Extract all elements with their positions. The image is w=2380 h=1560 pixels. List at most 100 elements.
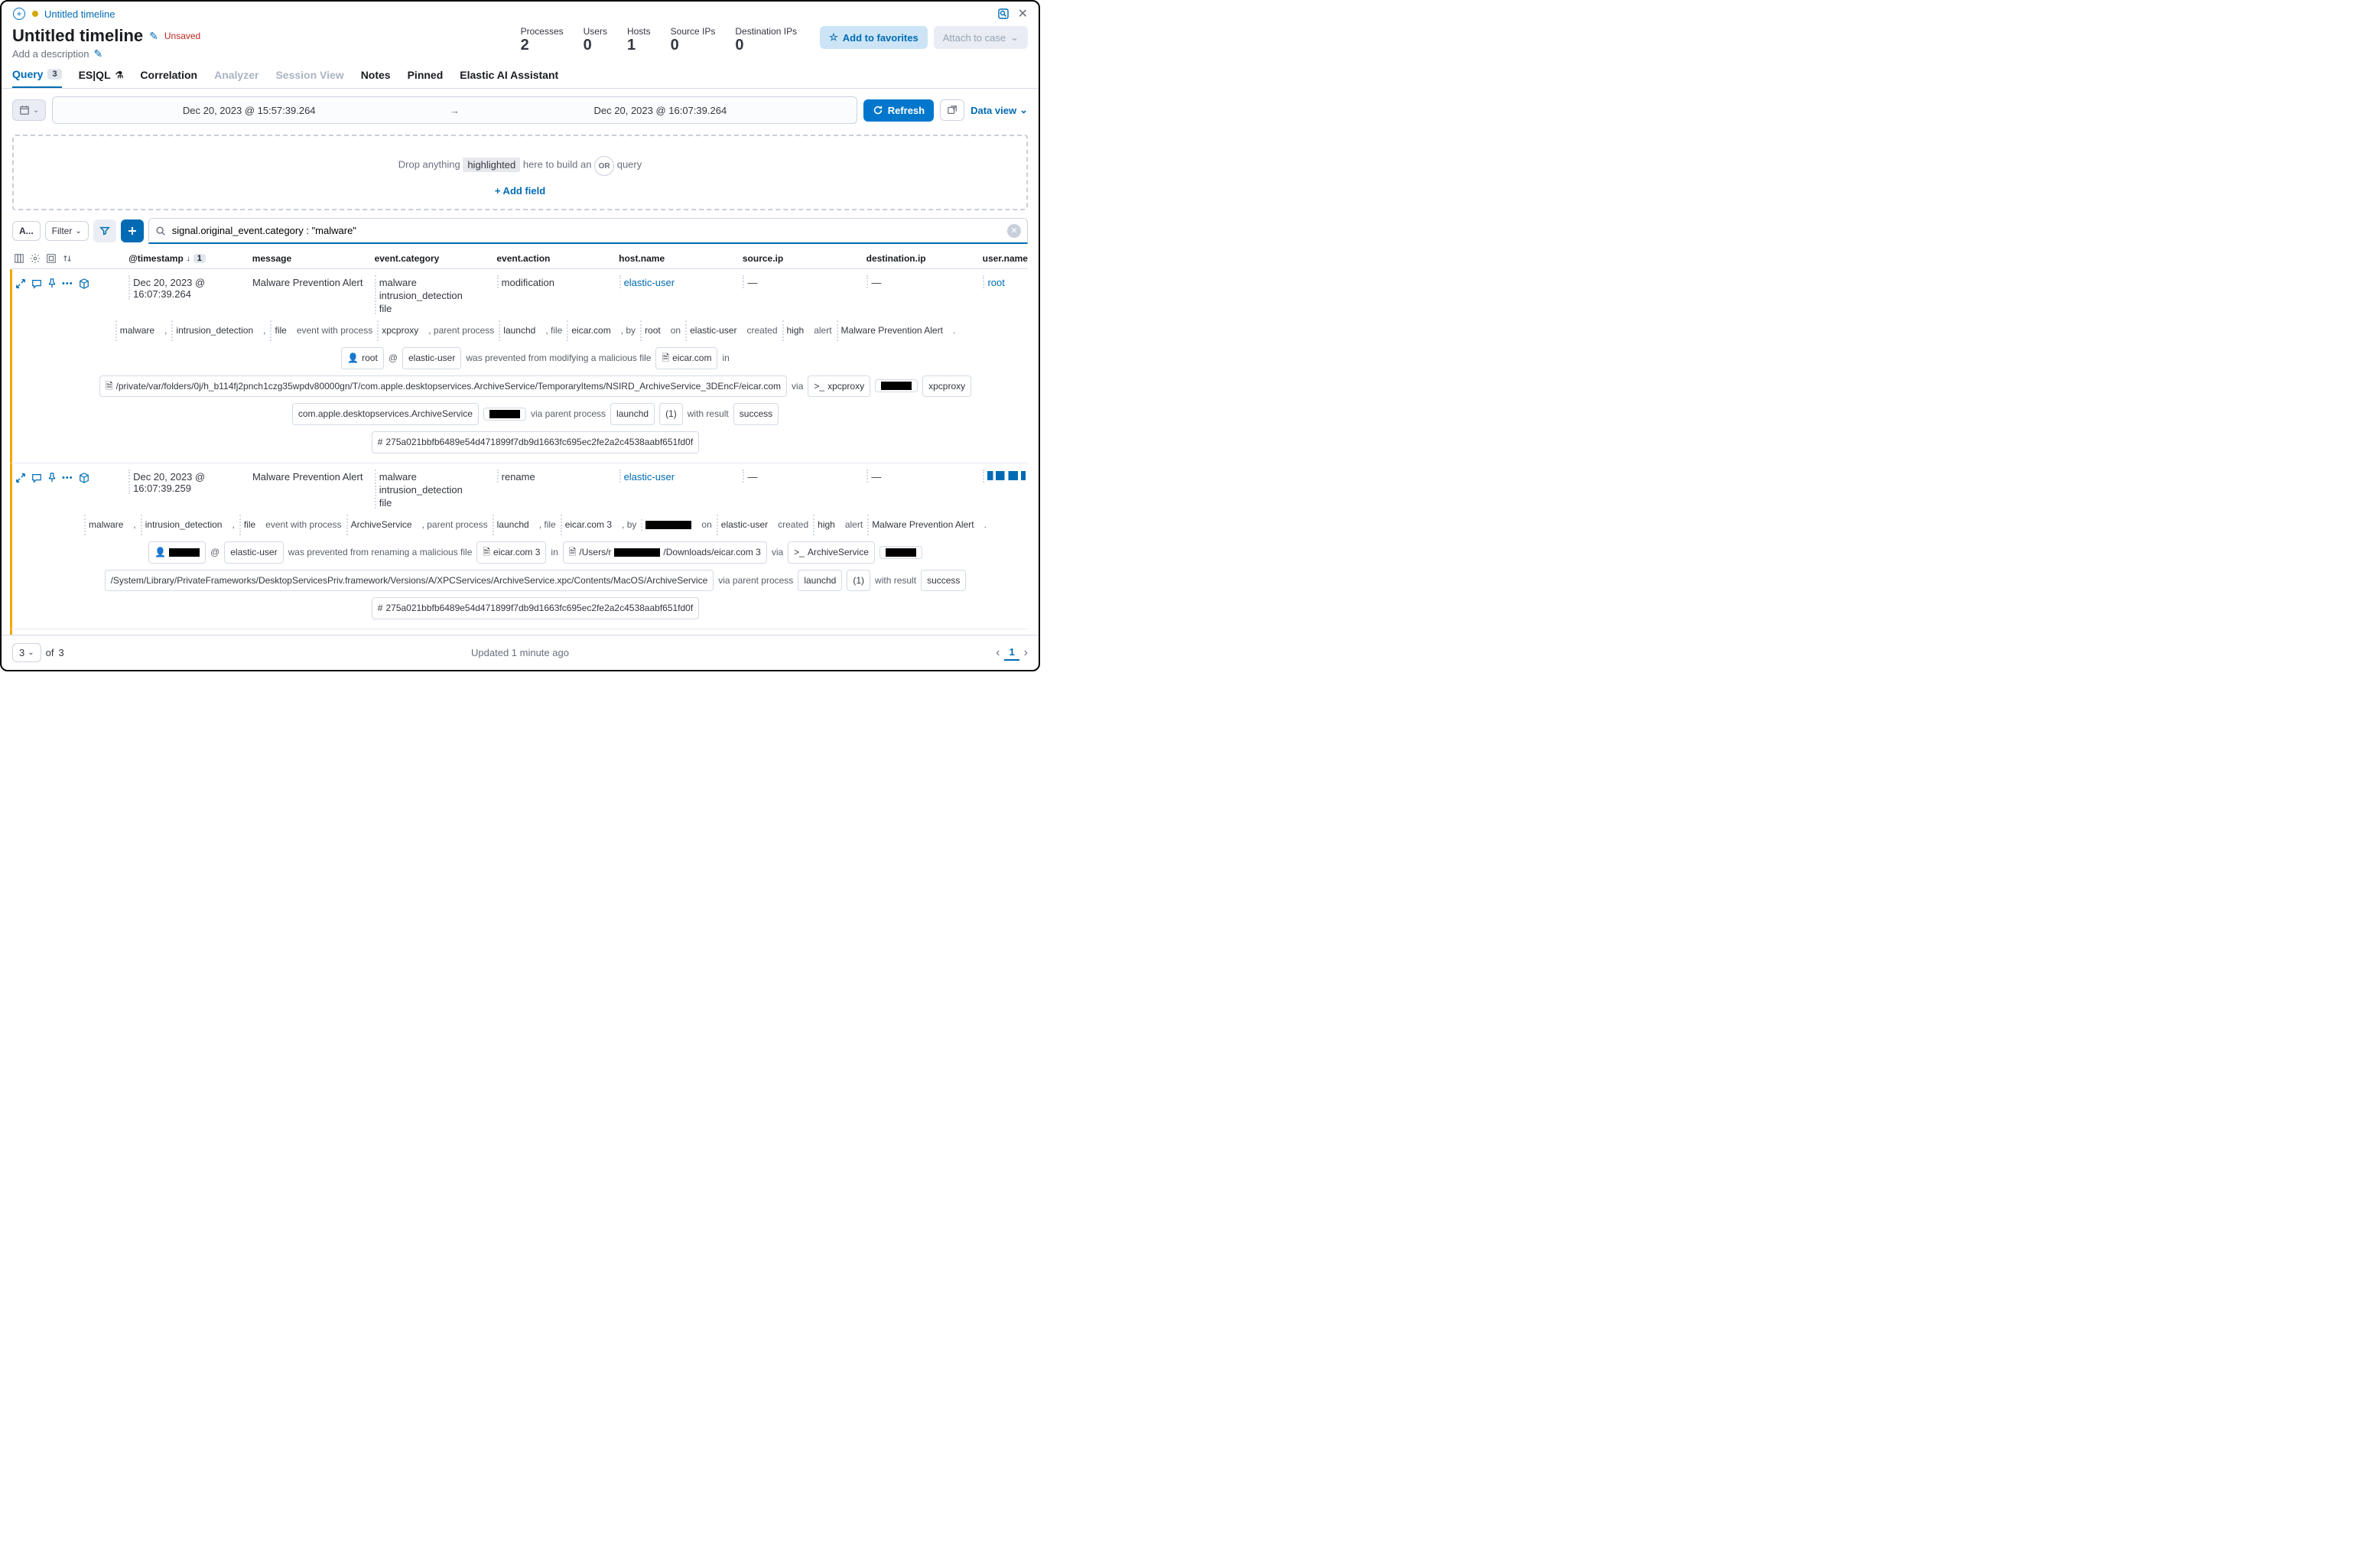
column-destination-ip[interactable]: destination.ip — [866, 253, 978, 264]
stat-value: 2 — [521, 37, 564, 54]
stat-label: Users — [584, 26, 607, 37]
tab-session-view: Session View — [275, 68, 343, 88]
cell-category: malwareintrusion_detectionfile — [375, 275, 493, 314]
query-count-badge: 3 — [47, 69, 61, 80]
user-icon: 👤 — [154, 544, 166, 561]
comment-icon[interactable] — [31, 473, 42, 483]
or-pill: OR — [594, 156, 614, 176]
chevron-down-icon: ⌄ — [75, 227, 81, 236]
button-label: Attach to case — [943, 32, 1006, 44]
cell-timestamp: Dec 20, 2023 @ 16:07:39.264 — [128, 275, 248, 300]
file-icon: 🗎 — [106, 378, 113, 395]
cell-host[interactable]: elastic-user — [619, 470, 739, 483]
fullscreen-icon[interactable] — [46, 253, 57, 264]
refresh-button[interactable]: Refresh — [863, 99, 934, 122]
cell-host[interactable]: elastic-user — [619, 275, 739, 288]
edit-title-icon[interactable]: ✎ — [149, 30, 158, 43]
data-view-selector[interactable]: Data view ⌄ — [971, 104, 1028, 116]
description-prompt[interactable]: Add a description — [12, 48, 89, 60]
table-header: @timestamp ↓ 1 message event.category ev… — [12, 249, 1028, 269]
new-timeline-plus-icon[interactable]: + — [12, 7, 26, 21]
calendar-button[interactable]: ⌄ — [12, 99, 46, 121]
updated-text: Updated 1 minute ago — [471, 647, 569, 658]
column-timestamp[interactable]: @timestamp ↓ 1 — [128, 253, 248, 264]
clear-search-icon[interactable]: ✕ — [1007, 224, 1021, 238]
cube-icon[interactable] — [79, 473, 89, 483]
cell-dest-ip: — — [866, 275, 978, 288]
columns-icon[interactable] — [14, 253, 24, 264]
edit-description-icon[interactable]: ✎ — [93, 47, 102, 60]
stat-value: 0 — [735, 37, 797, 54]
row-detail: malware, intrusion_detection, file event… — [12, 509, 1028, 622]
filter-funnel-icon[interactable] — [93, 219, 116, 242]
dropzone-text: Drop anything — [398, 159, 460, 171]
expand-icon[interactable] — [15, 473, 26, 483]
file-icon: 🗎 — [569, 544, 577, 561]
unsaved-dot-icon — [32, 11, 38, 17]
column-user-name[interactable]: user.name — [983, 253, 1028, 264]
tab-query[interactable]: Query3 — [12, 68, 62, 88]
add-filter-plus-icon[interactable] — [121, 219, 144, 242]
flask-icon: ⚗ — [115, 70, 124, 80]
column-event-category[interactable]: event.category — [375, 253, 493, 264]
timeline-tab-title[interactable]: Untitled timeline — [44, 8, 115, 20]
kql-search-input[interactable]: ✕ — [148, 218, 1028, 244]
expand-icon[interactable] — [15, 278, 26, 289]
prev-page-icon[interactable]: ‹ — [996, 646, 1000, 660]
tab-notes[interactable]: Notes — [361, 68, 391, 88]
column-source-ip[interactable]: source.ip — [743, 253, 862, 264]
table-row: ••• Dec 20, 2023 @ 16:07:39.264 Malware … — [10, 269, 1028, 463]
stat-value: 1 — [627, 37, 651, 54]
alert-filter-pill[interactable]: A... — [12, 221, 41, 241]
footer-total: 3 — [58, 647, 63, 658]
comment-icon[interactable] — [31, 278, 42, 289]
filter-button[interactable]: Filter ⌄ — [45, 221, 89, 241]
cell-action: modification — [497, 275, 615, 288]
pin-icon[interactable] — [47, 473, 57, 483]
cell-timestamp: Dec 20, 2023 @ 16:07:39.259 — [128, 470, 248, 494]
add-field-link[interactable]: + Add field — [14, 185, 1026, 197]
cell-action: rename — [497, 470, 615, 483]
page-number[interactable]: 1 — [1004, 645, 1019, 661]
date-to[interactable]: Dec 20, 2023 @ 16:07:39.264 — [464, 105, 857, 116]
dropzone-text: here to build an — [523, 159, 592, 171]
column-message[interactable]: message — [252, 253, 370, 264]
cell-source-ip: — — [743, 470, 862, 483]
date-range-picker[interactable]: Dec 20, 2023 @ 15:57:39.264 → Dec 20, 20… — [52, 96, 857, 124]
tab-esql[interactable]: ES|QL⚗ — [79, 68, 124, 88]
page-size-selector[interactable]: 3 ⌄ — [12, 643, 41, 662]
cell-message: Malware Prevention Alert — [252, 470, 370, 483]
query-drop-zone[interactable]: Drop anything highlighted here to build … — [12, 135, 1028, 210]
column-event-action[interactable]: event.action — [496, 253, 614, 264]
attach-to-case-button[interactable]: Attach to case ⌄ — [934, 26, 1028, 49]
row-detail: malware, intrusion_detection, file event… — [12, 314, 1028, 457]
cube-icon[interactable] — [79, 278, 89, 289]
tab-correlation[interactable]: Correlation — [140, 68, 197, 88]
tab-pinned[interactable]: Pinned — [408, 68, 444, 88]
date-from[interactable]: Dec 20, 2023 @ 15:57:39.264 — [53, 105, 445, 116]
tab-analyzer: Analyzer — [214, 68, 258, 88]
sort-icon[interactable] — [62, 253, 73, 264]
cell-user[interactable]: root — [983, 275, 1028, 288]
popout-icon[interactable] — [940, 99, 964, 121]
column-host-name[interactable]: host.name — [619, 253, 738, 264]
tab-ai-assistant[interactable]: Elastic AI Assistant — [460, 68, 558, 88]
more-icon[interactable]: ••• — [62, 473, 73, 483]
timeline-stats: Processes2 Users0 Hosts1 Source IPs0 Des… — [521, 26, 797, 54]
gear-icon[interactable] — [30, 253, 41, 264]
stat-value: 0 — [671, 37, 716, 54]
redacted-user — [645, 521, 691, 529]
stat-label: Processes — [521, 26, 564, 37]
button-label: Refresh — [888, 105, 925, 116]
more-icon[interactable]: ••• — [62, 279, 73, 288]
footer-of: of — [46, 647, 54, 658]
fullscreen-query-icon[interactable] — [997, 7, 1010, 21]
kql-input-field[interactable] — [172, 225, 1001, 236]
chevron-down-icon: ⌄ — [33, 106, 39, 115]
chevron-down-icon: ⌄ — [28, 648, 34, 657]
next-page-icon[interactable]: › — [1024, 646, 1028, 660]
pin-icon[interactable] — [47, 278, 57, 289]
add-to-favorites-button[interactable]: ☆ Add to favorites — [820, 26, 928, 49]
redacted-pid — [886, 548, 916, 557]
close-icon[interactable]: ✕ — [1018, 6, 1028, 21]
